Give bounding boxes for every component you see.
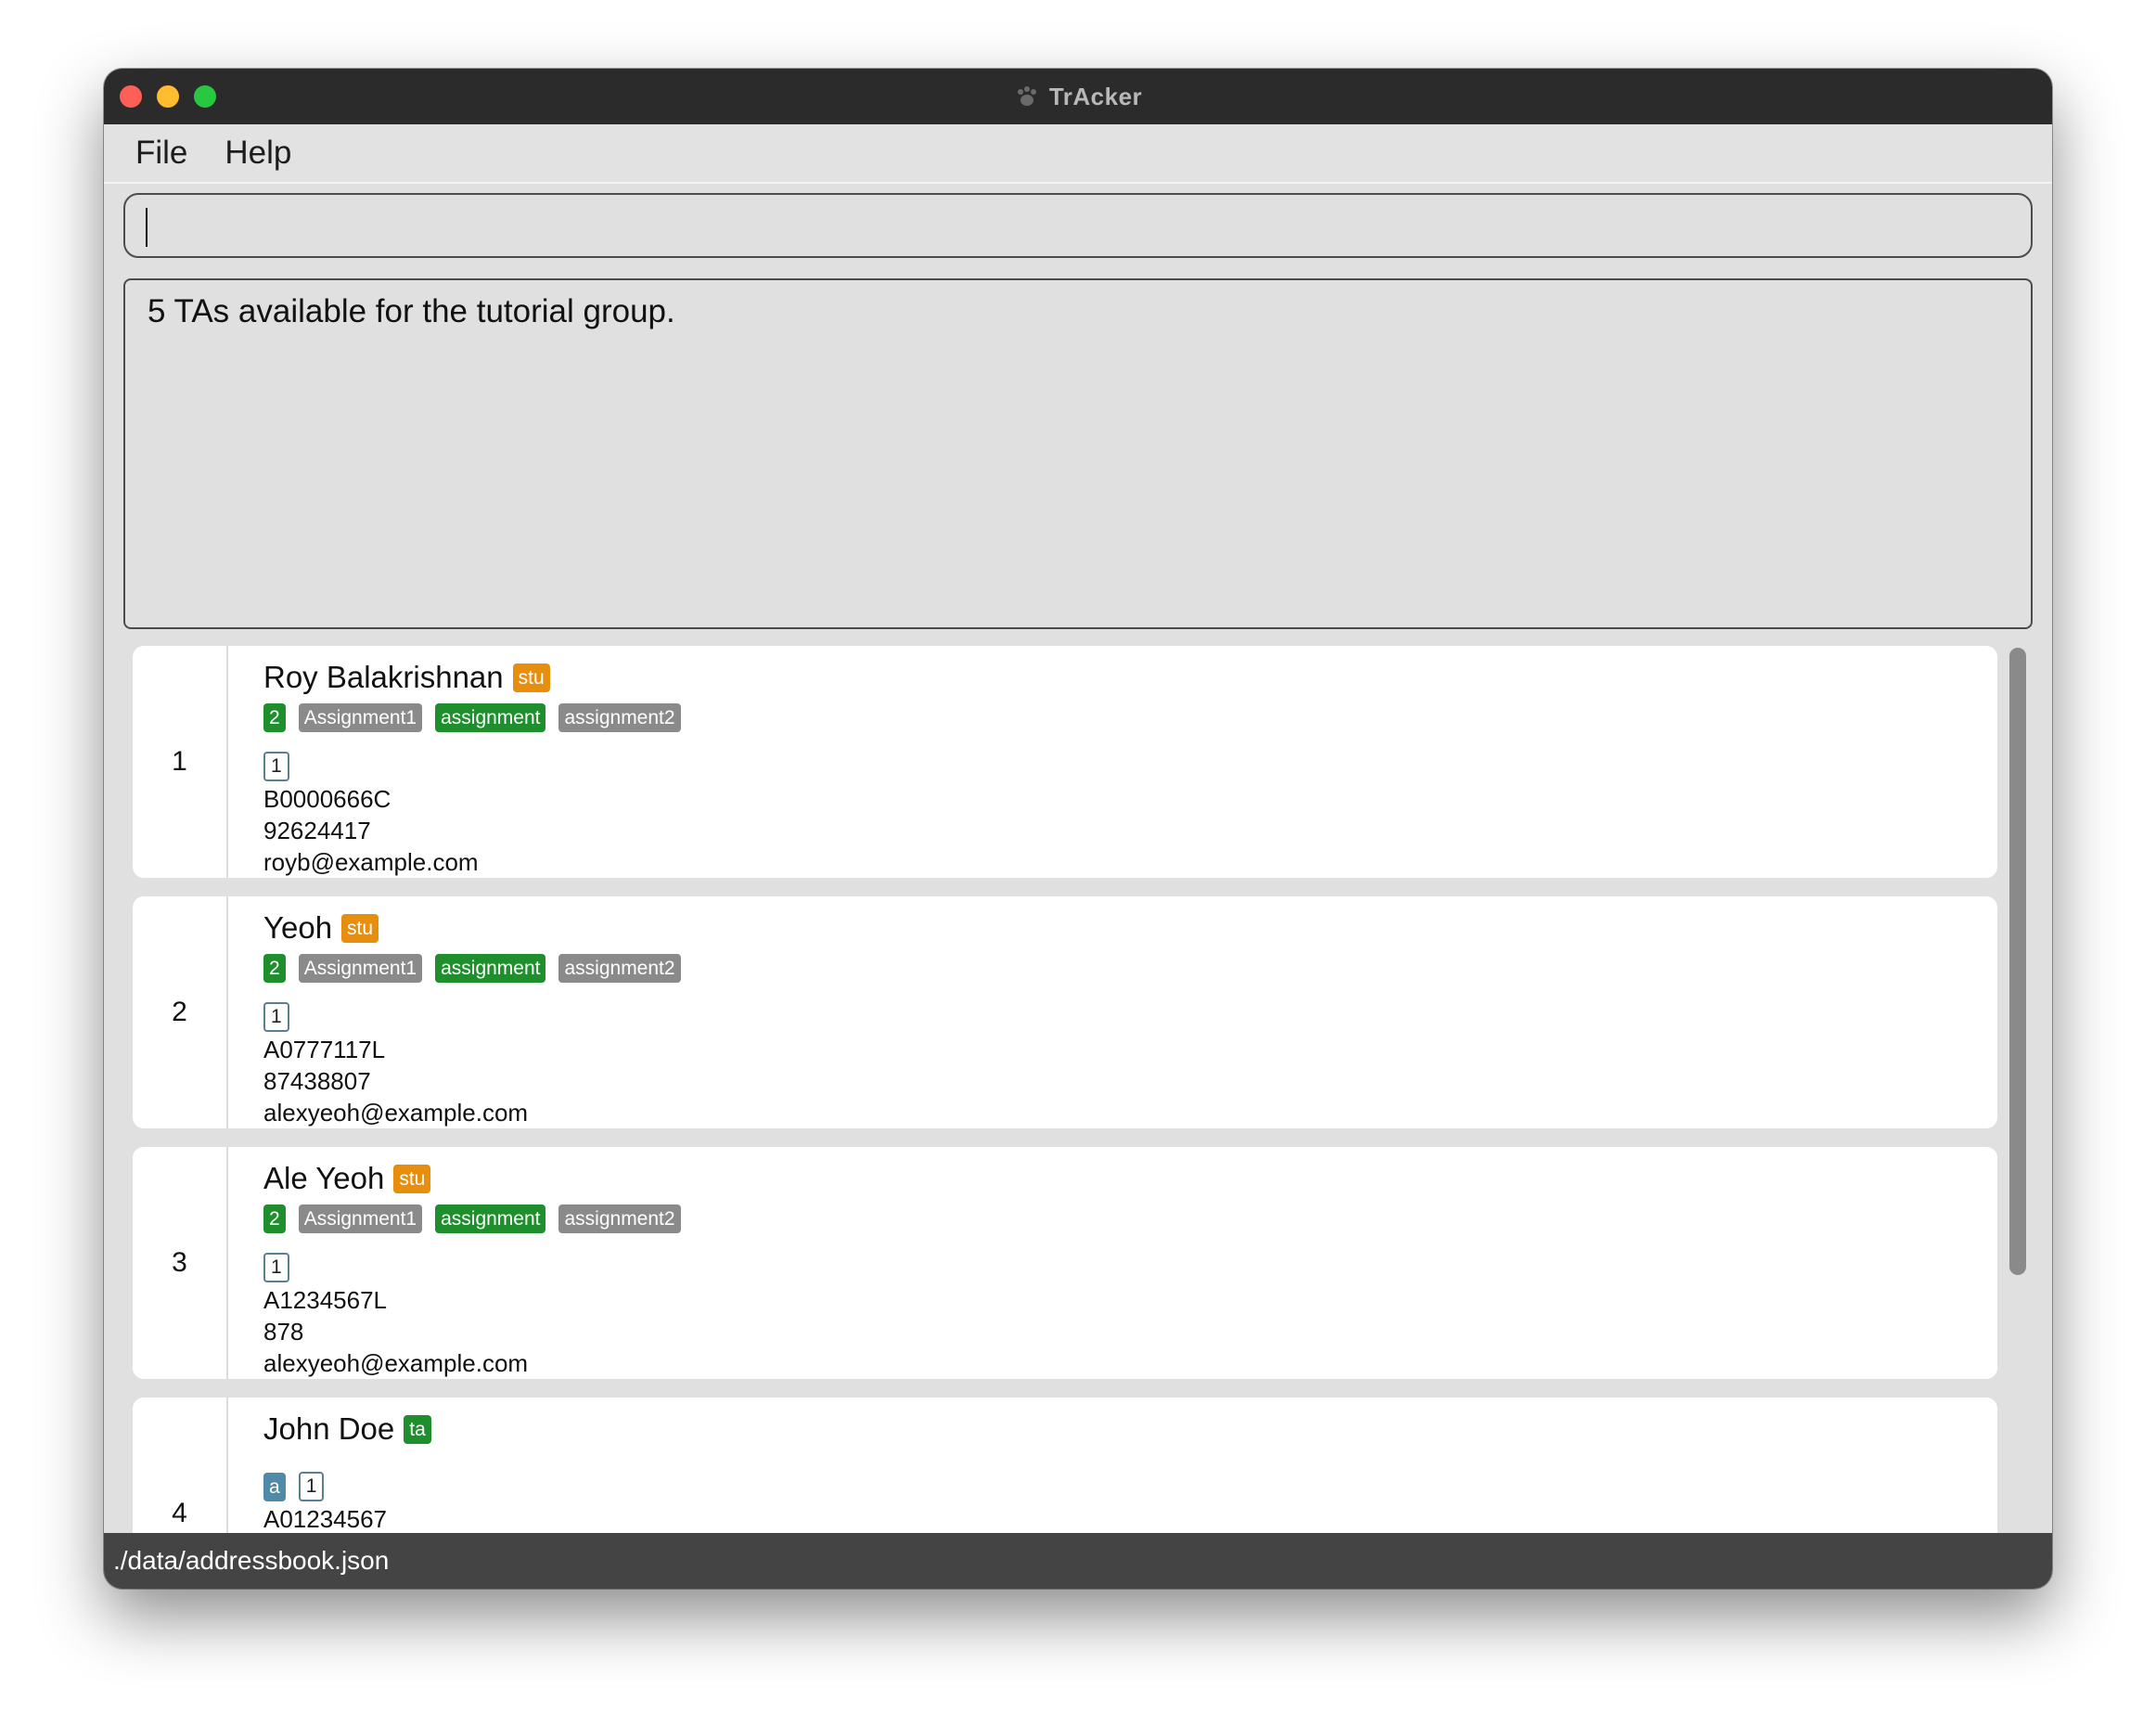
person-name: John Doe [263,1411,395,1446]
card-index: 3 [133,1147,228,1379]
card-body: Roy Balakrishnan stu 2 Assignment1 assig… [228,646,1997,878]
assignment-tag: assignment2 [558,702,681,732]
person-phone: 92624417 [263,817,371,844]
assignment-tags: 2 Assignment1 assignment assignment2 [263,702,1997,733]
card-index: 4 [133,1398,228,1537]
assignment-tag: Assignment1 [298,702,423,732]
group-row: 1 [263,750,1997,783]
card-index: 2 [133,896,228,1128]
list-scrollbar[interactable] [2009,648,2026,1275]
text-caret [146,208,148,247]
group-tag: 1 [263,1002,289,1032]
assignment-tags: 2 Assignment1 assignment assignment2 [263,1203,1997,1234]
module-group-row: a 1 [263,1470,1997,1503]
card-body: Yeoh stu 2 Assignment1 assignment assign… [228,896,1997,1128]
count-tag: 2 [263,1204,286,1233]
count-tag: 2 [263,953,286,983]
window-title-group: TrAcker [104,69,2052,124]
paw-icon [1017,86,1036,106]
card-index: 1 [133,646,228,878]
name-row: Ale Yeoh stu [263,1156,1997,1201]
assignment-tags: 2 Assignment1 assignment assignment2 [263,952,1997,984]
person-card[interactable]: 3 Ale Yeoh stu 2 Assignment1 assignment … [133,1147,1997,1379]
menu-help[interactable]: Help [225,135,291,172]
card-body: Ale Yeoh stu 2 Assignment1 assignment as… [228,1147,1997,1379]
assignment-tag: assignment2 [558,953,681,983]
card-body: John Doe ta a 1 A01234567 [228,1398,1997,1537]
person-id: A0777117L [263,1036,386,1063]
role-tag: stu [512,663,550,692]
person-id: A01234567 [263,1505,388,1533]
menu-file[interactable]: File [135,135,187,172]
person-phone: 878 [263,1318,304,1346]
group-row: 1 [263,1251,1997,1284]
name-row: Yeoh stu [263,906,1997,950]
assignment-tag: assignment2 [558,1204,681,1233]
assignment-tag: Assignment1 [298,953,423,983]
person-name: Ale Yeoh [263,1161,385,1195]
assignment-tag: Assignment1 [298,1204,423,1233]
name-row: John Doe ta [263,1407,1997,1451]
assignment-tag: assignment [435,702,546,732]
person-list[interactable]: 1 Roy Balakrishnan stu 2 Assignment1 ass… [123,646,2033,1537]
result-message: 5 TAs available for the tutorial group. [148,293,675,329]
person-name: Roy Balakrishnan [263,660,504,694]
app-window: TrAcker File Help 5 TAs available for th… [104,69,2052,1589]
person-phone: 87438807 [263,1067,371,1095]
menu-bar: File Help [104,124,2052,184]
data-file-path: ./data/addressbook.json [113,1546,390,1575]
person-card[interactable]: 2 Yeoh stu 2 Assignment1 assignment assi… [133,896,1997,1128]
count-tag: 2 [263,702,286,732]
assignment-tag: assignment [435,953,546,983]
group-tag: 1 [263,1253,289,1282]
command-input[interactable] [123,193,2033,258]
name-row: Roy Balakrishnan stu [263,655,1997,700]
person-card[interactable]: 1 Roy Balakrishnan stu 2 Assignment1 ass… [133,646,1997,878]
person-id: A1234567L [263,1286,388,1314]
result-display: 5 TAs available for the tutorial group. [123,278,2033,629]
person-email: alexyeoh@example.com [263,1099,529,1127]
person-name: Yeoh [263,910,333,945]
status-bar: ./data/addressbook.json [104,1533,2052,1589]
person-email: alexyeoh@example.com [263,1349,529,1377]
role-tag: stu [393,1164,431,1193]
group-tag: 1 [298,1472,325,1501]
person-email: royb@example.com [263,848,479,876]
group-row: 1 [263,1000,1997,1034]
window-title: TrAcker [1048,82,1143,110]
group-tag: 1 [263,752,289,781]
role-tag: stu [341,913,379,943]
assignment-tag: assignment [435,1204,546,1233]
module-tag: a [263,1472,286,1501]
person-card[interactable]: 4 John Doe ta a 1 A01234567 [133,1398,1997,1537]
title-bar: TrAcker [104,69,2052,124]
role-tag: ta [404,1414,431,1444]
person-id: B0000666C [263,785,391,813]
